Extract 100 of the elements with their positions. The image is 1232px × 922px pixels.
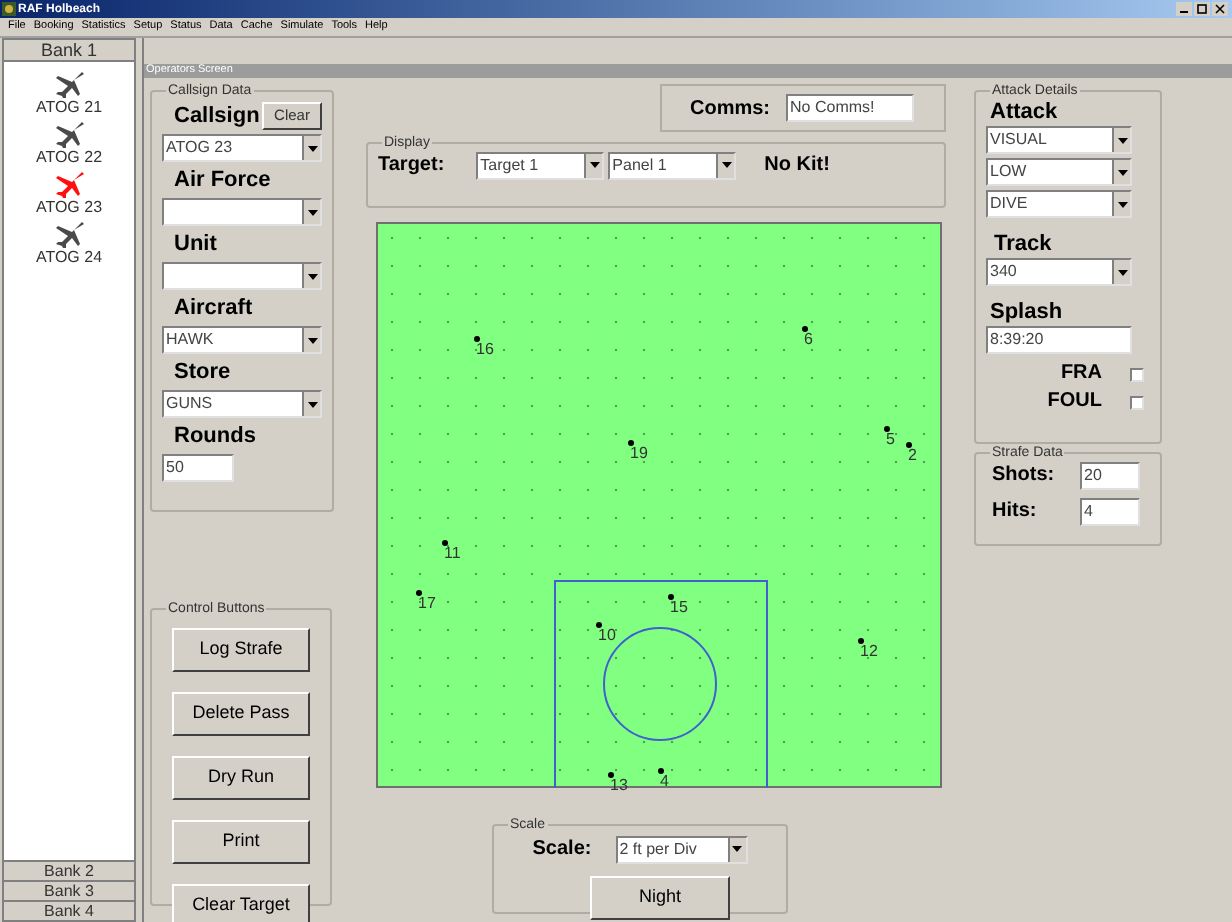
hit-mark-icon (658, 768, 664, 774)
text-field[interactable]: No Comms! (786, 94, 915, 122)
caret-icon (307, 337, 317, 343)
hit-number: 4 (660, 774, 669, 790)
dropdown-field[interactable]: VISUAL (986, 126, 1132, 154)
strafe-label: Hits: (992, 498, 1039, 526)
dropdown-field[interactable]: DIVE (986, 190, 1132, 218)
caret-icon (721, 162, 732, 168)
dropdown-arrow-button[interactable] (584, 153, 603, 177)
caret-icon (1117, 137, 1127, 143)
caret-icon (1117, 169, 1127, 175)
aircraft-label[interactable]: ATOG 21 (35, 98, 103, 118)
bank-tab[interactable]: Bank 4 (4, 900, 134, 920)
hit-mark-icon (416, 590, 422, 596)
aircraft-label[interactable]: ATOG 23 (35, 198, 103, 218)
track-label: Track (994, 230, 1054, 258)
dropdown-field[interactable]: LOW (986, 158, 1132, 186)
dropdown-field[interactable] (162, 198, 322, 226)
dropdown-arrow-button[interactable] (302, 264, 320, 288)
bank-tab[interactable]: Bank 3 (4, 880, 134, 900)
comms-label: Comms: (690, 95, 771, 123)
text-field[interactable]: 50 (162, 454, 234, 482)
app-emblem-icon (2, 2, 16, 16)
caret-icon (1117, 269, 1127, 275)
hit-mark-icon (802, 326, 808, 332)
action-button[interactable]: Log Strafe (172, 628, 310, 672)
field-label: Air Force (174, 169, 271, 191)
dropdown-field[interactable]: Panel 1 (608, 151, 737, 179)
text-field[interactable]: 20 (1080, 461, 1140, 489)
hit-number: 15 (670, 600, 688, 616)
hit-mark-icon (596, 622, 602, 628)
dropdown-arrow-button[interactable] (302, 392, 320, 416)
dropdown-field[interactable]: HAWK (162, 326, 322, 354)
dropdown-field[interactable]: 340 (986, 258, 1132, 286)
hit-mark-icon (442, 540, 448, 546)
bank-tab[interactable]: Bank 1 (4, 40, 134, 62)
field-label: Callsign (174, 105, 260, 127)
dropdown-field[interactable]: GUNS (162, 390, 322, 418)
checkbox[interactable] (1130, 395, 1144, 409)
night-button[interactable]: Night (590, 875, 730, 920)
caret-icon (1117, 201, 1127, 207)
strafe-label: Shots: (992, 462, 1057, 490)
dropdown-field[interactable] (162, 262, 322, 290)
hit-number: 2 (908, 448, 917, 464)
check-label: FRA (1058, 362, 1104, 386)
hit-mark-icon (906, 442, 912, 448)
close-icon[interactable] (1212, 2, 1228, 16)
minimize-icon[interactable] (1176, 2, 1192, 16)
hit-number: 16 (476, 342, 494, 358)
bank-tab[interactable]: Bank 2 (4, 860, 134, 880)
field-label: Store (174, 361, 231, 383)
aim-circle (602, 626, 718, 742)
aircraft-label[interactable]: ATOG 22 (35, 148, 103, 168)
hit-number: 19 (630, 446, 648, 462)
text-field[interactable]: 8:39:20 (986, 326, 1132, 354)
text-field[interactable]: 4 (1080, 497, 1140, 525)
dropdown-arrow-button[interactable] (302, 136, 320, 160)
dropdown-arrow-button[interactable] (716, 153, 735, 177)
maximize-icon[interactable] (1194, 2, 1210, 16)
dropdown-arrow-button[interactable] (727, 837, 746, 861)
hit-mark-icon (474, 336, 480, 342)
dropdown-field[interactable]: ATOG 23 (162, 134, 322, 162)
dropdown-arrow-button[interactable] (1112, 192, 1130, 216)
hit-mark-icon (858, 638, 864, 644)
aircraft-label[interactable]: ATOG 24 (35, 248, 103, 268)
attack-label: Attack (990, 98, 1060, 126)
dropdown-arrow-button[interactable] (1112, 160, 1130, 184)
hit-number: 11 (444, 546, 461, 562)
field-label: Rounds (174, 425, 256, 447)
field-label: Aircraft (174, 297, 253, 319)
target-label: Target: (378, 152, 445, 180)
dropdown-arrow-button[interactable] (1112, 128, 1130, 152)
hit-number: 5 (886, 432, 895, 448)
hit-mark-icon (608, 772, 614, 778)
hit-number: 17 (418, 596, 436, 612)
dropdown-field[interactable]: Target 1 (476, 151, 605, 179)
kit-status: No Kit! (764, 152, 830, 180)
hit-mark-icon (628, 440, 634, 446)
dropdown-arrow-button[interactable] (1112, 260, 1130, 284)
checkbox[interactable] (1130, 367, 1144, 381)
check-label: FOUL (1045, 390, 1104, 414)
hit-number: 12 (860, 644, 878, 660)
caret-icon (589, 162, 600, 168)
action-button[interactable]: Dry Run (172, 756, 310, 800)
caret-icon (307, 273, 317, 279)
hit-number: 6 (804, 332, 813, 348)
caret-icon (732, 846, 743, 852)
action-button[interactable]: Print (172, 820, 310, 864)
caret-icon (307, 401, 317, 407)
field-label: Unit (174, 233, 217, 255)
hit-mark-icon (884, 426, 890, 432)
hit-mark-icon (668, 594, 674, 600)
action-button[interactable]: Delete Pass (172, 692, 310, 736)
dropdown-arrow-button[interactable] (302, 200, 320, 224)
caret-icon (307, 209, 317, 215)
action-button[interactable]: Clear Target (172, 884, 310, 922)
hit-number: 10 (598, 628, 616, 644)
splash-label: Splash (990, 298, 1065, 326)
dropdown-field[interactable]: 2 ft per Div (615, 835, 748, 863)
dropdown-arrow-button[interactable] (302, 328, 320, 352)
